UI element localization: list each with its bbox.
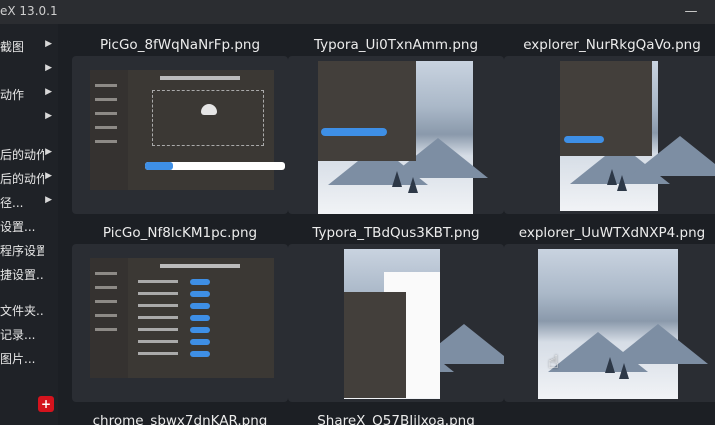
sidebar-line	[95, 112, 117, 115]
sidebar-line	[95, 140, 117, 143]
title-bar: eX 13.0.1 —	[0, 0, 715, 24]
mountain-shape	[608, 324, 708, 364]
sidebar-line	[95, 328, 117, 331]
setting-button	[190, 303, 210, 309]
menu-item-13[interactable]	[0, 370, 58, 394]
picgo-window	[90, 70, 285, 190]
setting-label	[138, 352, 178, 355]
picgo-window	[90, 258, 274, 378]
setting-label	[138, 328, 178, 331]
menu-item-label: 程序设置...	[0, 244, 44, 258]
window-title: eX 13.0.1	[0, 4, 58, 18]
submenu-arrow-icon: ▶	[45, 87, 52, 97]
setting-label	[138, 316, 178, 319]
tree-shape	[619, 363, 630, 379]
setting-label	[138, 304, 178, 307]
main-menu: 截图▶▶动作▶▶后的动作▶后的动作▶径...▶设置...程序设置...捷设置..…	[0, 24, 58, 425]
menu-item-label: 捷设置...	[0, 268, 44, 282]
menu-item-label: 后的动作	[0, 148, 44, 162]
thumbnail-image[interactable]	[288, 56, 504, 214]
file-name: Typora_TBdQus3KBT.png	[312, 225, 480, 241]
menu-item-2[interactable]: 动作 ▶	[0, 82, 58, 106]
menu-item-label: 动作	[0, 88, 25, 102]
menu-item-10[interactable]: 文件夹...	[0, 298, 58, 322]
menu-item-label: 图片...	[0, 352, 36, 366]
minimize-button[interactable]: —	[681, 2, 701, 22]
format-bar-active	[145, 162, 173, 170]
upload-button-shape	[564, 136, 604, 143]
sidebar-line	[95, 126, 117, 129]
submenu-arrow-icon: ▶	[45, 171, 52, 181]
tree-shape	[605, 357, 616, 373]
sidebar-line	[95, 300, 117, 303]
menu-item-8[interactable]: 程序设置...	[0, 238, 58, 262]
picgo-sidebar	[90, 258, 128, 378]
setting-button	[190, 339, 210, 345]
menu-item-12[interactable]: 图片...	[0, 346, 58, 370]
sidebar-line	[95, 314, 117, 317]
menu-item-label: 后的动作	[0, 172, 44, 186]
sidebar-line	[95, 98, 117, 101]
picgo-sidebar	[90, 70, 128, 190]
menu-item-6[interactable]: 径... ▶	[0, 190, 58, 214]
submenu-arrow-icon: ▶	[45, 111, 52, 121]
setting-button	[190, 351, 210, 357]
upload-cloud-icon	[201, 104, 217, 115]
tree-shape	[616, 175, 627, 191]
file-name: PicGo_8fWqNaNrFp.png	[99, 37, 261, 53]
menu-item-7[interactable]: 设置...	[0, 214, 58, 238]
menu-item-label: 径...	[0, 196, 24, 210]
submenu-arrow-icon: ▶	[45, 147, 52, 157]
thumbnail-image[interactable]	[288, 244, 504, 402]
hand-pointer-icon: ☝	[548, 352, 559, 373]
setting-label	[138, 340, 178, 343]
tree-shape	[407, 177, 418, 194]
thumbnail-grid: PicGo_8fWqNaNrFp.png Typora_Ui0TxnAmm.png…	[58, 24, 715, 425]
menu-item-11[interactable]: 记录...	[0, 322, 58, 346]
dark-panel	[344, 292, 406, 398]
picgo-heading	[160, 76, 240, 80]
tree-shape	[607, 169, 618, 185]
submenu-arrow-icon: ▶	[45, 63, 52, 73]
menu-item-5[interactable]: 后的动作 ▶	[0, 166, 58, 190]
menu-item-9[interactable]: 捷设置...	[0, 262, 58, 286]
menu-item-0[interactable]: 截图 ▶	[0, 34, 58, 58]
menu-item-4[interactable]: 后的动作 ▶	[0, 142, 58, 166]
setting-button	[190, 291, 210, 297]
sidebar-line	[95, 272, 117, 275]
thumbnail-image[interactable]	[504, 56, 715, 214]
plus-badge-icon[interactable]: +	[38, 396, 54, 412]
setting-button	[190, 327, 210, 333]
snow-photo	[538, 249, 708, 399]
dark-panel	[318, 61, 416, 161]
setting-button	[190, 279, 210, 285]
file-name: ShareX_Q57BJilxoa.png	[317, 413, 475, 425]
menu-item-1[interactable]: ▶	[0, 58, 58, 82]
file-name: Typora_Ui0TxnAmm.png	[313, 37, 479, 53]
menu-item-label: 设置...	[0, 220, 36, 234]
upload-button-shape	[321, 128, 387, 136]
drop-zone	[152, 90, 264, 146]
tree-shape	[392, 171, 403, 188]
file-name: PicGo_Nf8lcKM1pc.png	[102, 225, 258, 241]
setting-label	[138, 292, 178, 295]
setting-button	[190, 315, 210, 321]
setting-label	[138, 280, 178, 283]
menu-item-label: 文件夹...	[0, 304, 44, 318]
thumbnail-image[interactable]: ☝	[504, 244, 715, 402]
thumbnail-image[interactable]	[72, 244, 288, 402]
sidebar-line	[95, 286, 117, 289]
thumbnail-image[interactable]	[72, 56, 288, 214]
file-name: chrome_sbwx7dnKAR.png	[92, 413, 268, 425]
submenu-arrow-icon: ▶	[45, 39, 52, 49]
file-name: explorer_UuWTXdNXP4.png	[518, 225, 706, 241]
menu-item-label: 记录...	[0, 328, 36, 342]
file-name: explorer_NurRkgQaVo.png	[523, 37, 701, 53]
menu-item-label: 截图	[0, 40, 25, 54]
picgo-heading	[160, 264, 240, 268]
submenu-arrow-icon: ▶	[45, 195, 52, 205]
sidebar-line	[95, 84, 117, 87]
menu-item-3[interactable]: ▶	[0, 106, 58, 130]
